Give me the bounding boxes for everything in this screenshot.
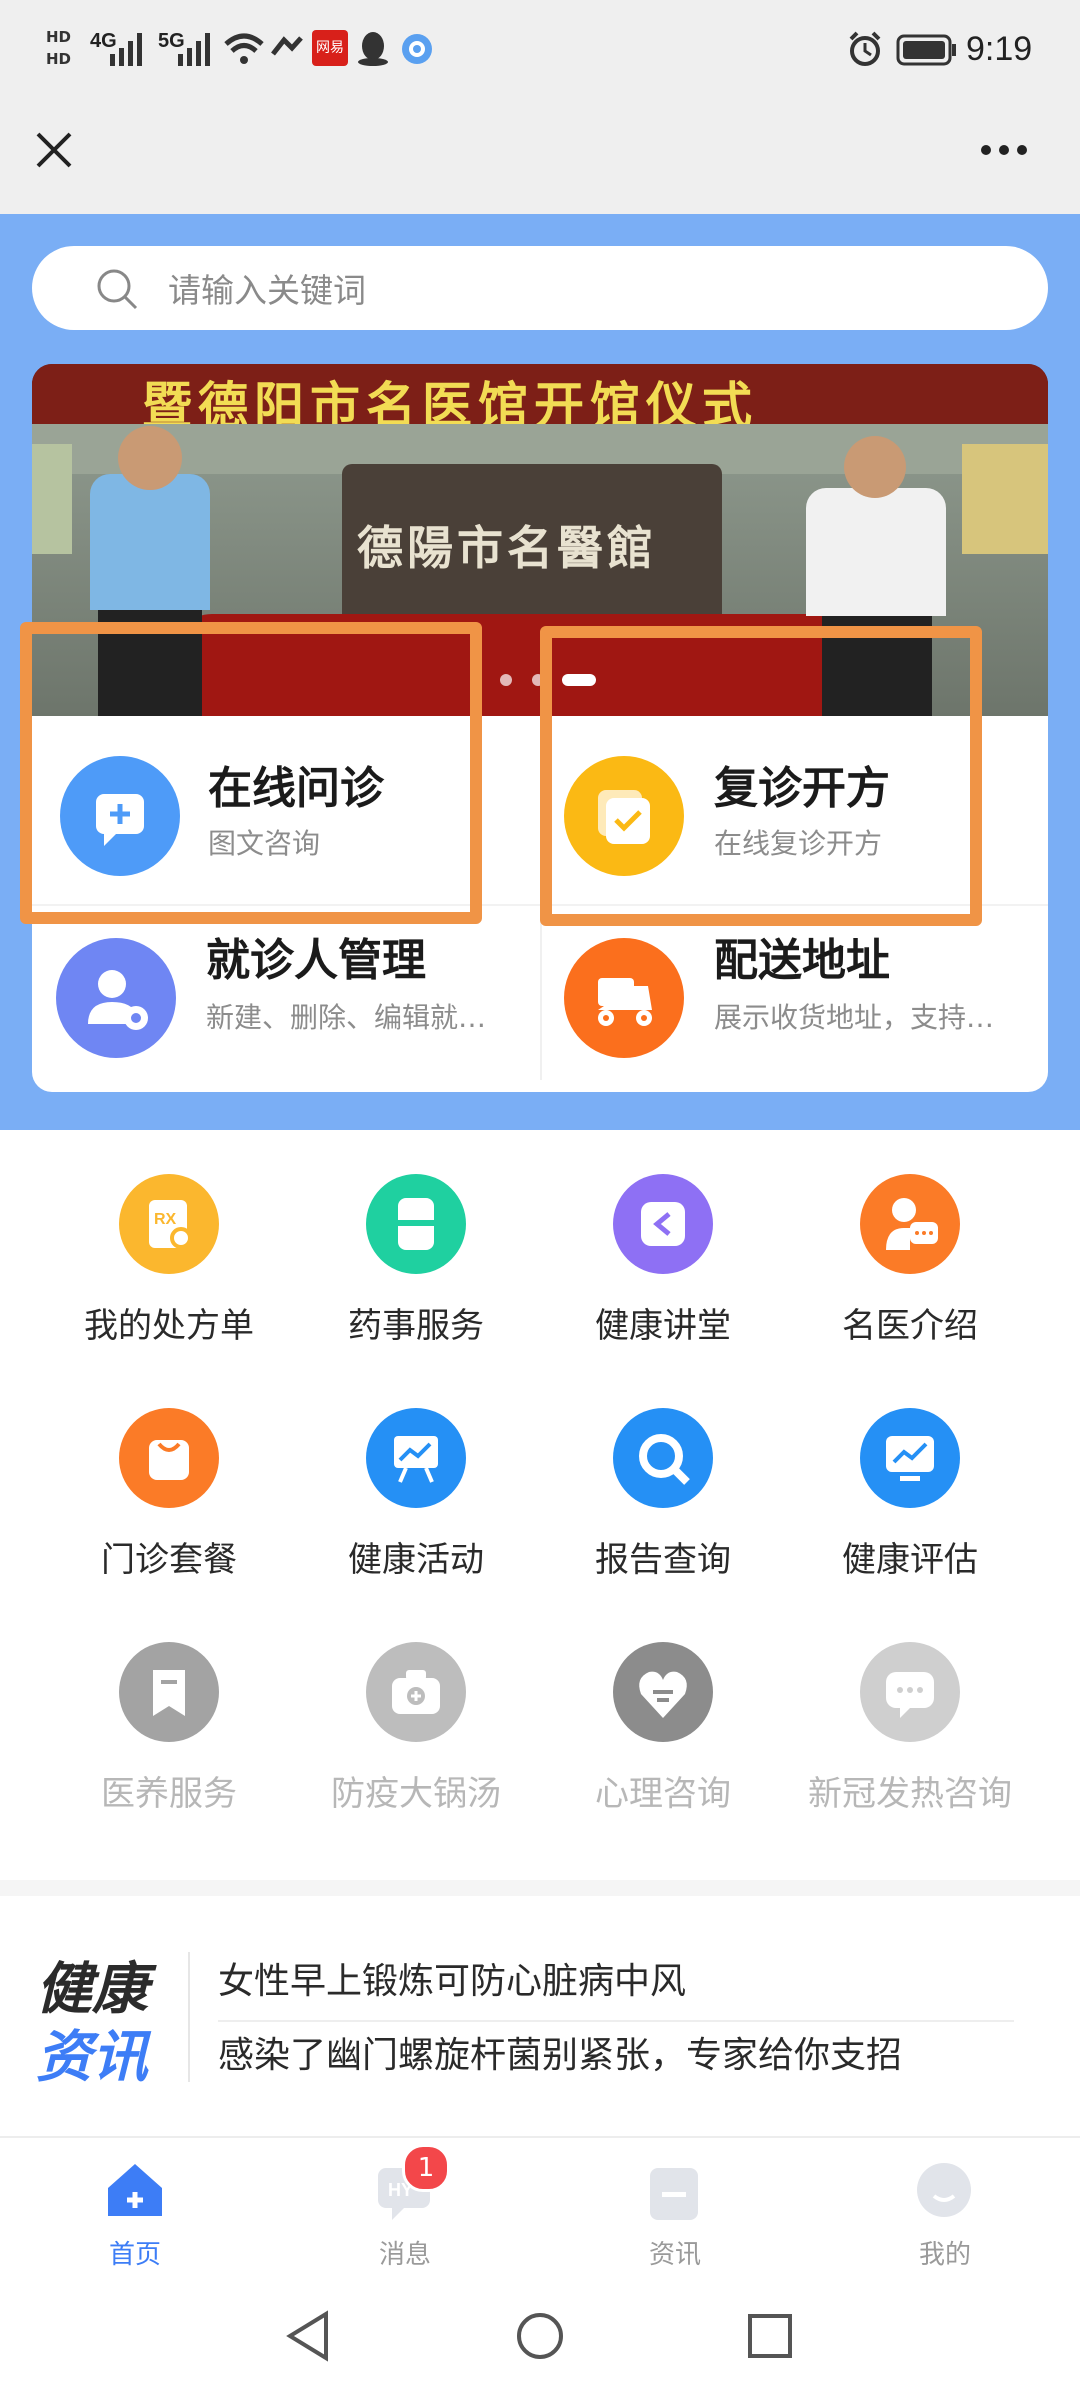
- doctor-chat-icon: [860, 1174, 960, 1274]
- grid-label: 健康讲堂: [595, 1306, 731, 1346]
- card-subtitle: 展示收货地址，支持修改: [714, 1001, 1014, 1034]
- activity-board-icon: [366, 1408, 466, 1508]
- bookmark-icon: [119, 1642, 219, 1742]
- patient-settings-icon: [56, 938, 176, 1058]
- grid-label: 门诊套餐: [101, 1540, 237, 1580]
- close-icon[interactable]: [34, 130, 74, 170]
- netease-app-icon: 网易: [312, 30, 348, 66]
- news-icon: [650, 2168, 698, 2220]
- tab-profile[interactable]: 我的: [810, 2138, 1080, 2270]
- unread-badge: 1: [402, 2144, 450, 2192]
- grid-item-health-assessment[interactable]: 健康评估: [775, 1408, 1045, 1628]
- card-title: 配送地址: [714, 935, 890, 986]
- carousel-dot[interactable]: [500, 674, 512, 686]
- highlight-box-online-consult: [20, 622, 482, 924]
- delivery-scooter-icon: [564, 938, 684, 1058]
- qq-icon: [358, 32, 388, 66]
- news-item[interactable]: 感染了幽门螺旋杆菌别紧张，专家给你支招: [218, 2026, 902, 2078]
- card-title: 就诊人管理: [206, 935, 426, 986]
- rx-search-icon: RX: [119, 1174, 219, 1274]
- grid-item-outpatient-package[interactable]: 门诊套餐: [34, 1408, 304, 1628]
- back-icon[interactable]: [284, 2310, 332, 2362]
- service-grid: RX 我的处方单 药事服务 健康讲堂 名医介绍 门诊套餐 健康活动 报告查询 健…: [0, 1160, 1080, 1870]
- search-placeholder: 请输入关键词: [168, 271, 366, 310]
- grid-item-report-query[interactable]: 报告查询: [528, 1408, 798, 1628]
- card-delivery-address[interactable]: 配送地址 展示收货地址，支持修改: [540, 904, 1048, 1092]
- chat-dots-icon: [860, 1642, 960, 1742]
- wifi-icon: [224, 33, 264, 64]
- video-play-icon: [613, 1174, 713, 1274]
- grid-item-medical-care[interactable]: 医养服务: [34, 1642, 304, 1862]
- grid-label: 新冠发热咨询: [808, 1774, 1012, 1814]
- grid-item-health-activity[interactable]: 健康活动: [281, 1408, 551, 1628]
- grid-item-health-lecture[interactable]: 健康讲堂: [528, 1174, 798, 1394]
- signal-icon-2: [178, 33, 210, 66]
- news-item[interactable]: 女性早上锻炼可防心脏病中风: [218, 1952, 686, 2004]
- grid-item-famous-doctors[interactable]: 名医介绍: [775, 1174, 1045, 1394]
- person-right: [806, 488, 946, 616]
- card-patient-management[interactable]: 就诊人管理 新建、删除、编辑就诊人: [32, 904, 540, 1092]
- grid-label: 心理咨询: [595, 1774, 731, 1814]
- grid-item-epidemic-soup[interactable]: 防疫大锅汤: [281, 1642, 551, 1862]
- battery-icon: [896, 34, 956, 66]
- grid-label: 防疫大锅汤: [331, 1774, 501, 1814]
- tab-news[interactable]: 资讯: [540, 2138, 810, 2270]
- bottom-tab-bar: 首页 HY 1 消息 资讯 我的: [0, 2136, 1080, 2270]
- home-button-icon[interactable]: [514, 2310, 566, 2362]
- system-nav-bar: [0, 2266, 1080, 2400]
- person-left: [90, 474, 210, 610]
- grid-label: 医养服务: [101, 1774, 237, 1814]
- health-news: 健康 资讯 女性早上锻炼可防心脏病中风 感染了幽门螺旋杆菌别紧张，专家给你支招: [0, 1896, 1080, 2128]
- shopping-bag-icon: [119, 1408, 219, 1508]
- recents-icon[interactable]: [746, 2312, 794, 2360]
- alarm-icon: [849, 31, 881, 66]
- tab-home[interactable]: 首页: [0, 2138, 270, 2270]
- grid-item-pharmacy-service[interactable]: 药事服务: [281, 1174, 551, 1394]
- status-bar: HD HD 4G 5G 网易 9:19: [0, 0, 1080, 100]
- section-divider: [0, 1880, 1080, 1896]
- plaque-text: 德陽市名醫館: [357, 521, 657, 575]
- link-icon: [271, 36, 303, 56]
- clock: 9:19: [966, 30, 1033, 68]
- card-subtitle: 新建、删除、编辑就诊人: [206, 1001, 506, 1034]
- tab-messages[interactable]: HY 1 消息: [270, 2138, 540, 2270]
- medical-kit-icon: [366, 1642, 466, 1742]
- highlight-box-revisit: [540, 626, 982, 926]
- grid-label: 健康评估: [842, 1540, 978, 1580]
- grid-item-covid-fever-consult[interactable]: 新冠发热咨询: [775, 1642, 1045, 1862]
- browser-icon: [402, 34, 432, 64]
- grid-label: 我的处方单: [84, 1306, 254, 1346]
- grid-item-psych-consult[interactable]: 心理咨询: [528, 1642, 798, 1862]
- signal-icon: [110, 33, 142, 66]
- more-icon[interactable]: [978, 142, 1030, 158]
- grid-label: 药事服务: [348, 1306, 484, 1346]
- chart-monitor-icon: [860, 1408, 960, 1508]
- profile-icon: [917, 2163, 971, 2217]
- search-icon: [97, 269, 138, 310]
- magnifier-icon: [613, 1408, 713, 1508]
- news-logo-line2: 资讯: [36, 2025, 148, 2090]
- home-icon: [108, 2164, 162, 2216]
- grid-label: 名医介绍: [842, 1306, 978, 1346]
- grid-item-prescriptions[interactable]: RX 我的处方单: [34, 1174, 304, 1394]
- pill-box-icon: [366, 1174, 466, 1274]
- grid-label: 健康活动: [348, 1540, 484, 1580]
- grid-label: 报告查询: [595, 1540, 731, 1580]
- hd-icon: HD HD: [46, 28, 72, 68]
- heart-chat-icon: [613, 1642, 713, 1742]
- top-nav: [0, 100, 1080, 214]
- svg-text:RX: RX: [154, 1211, 177, 1228]
